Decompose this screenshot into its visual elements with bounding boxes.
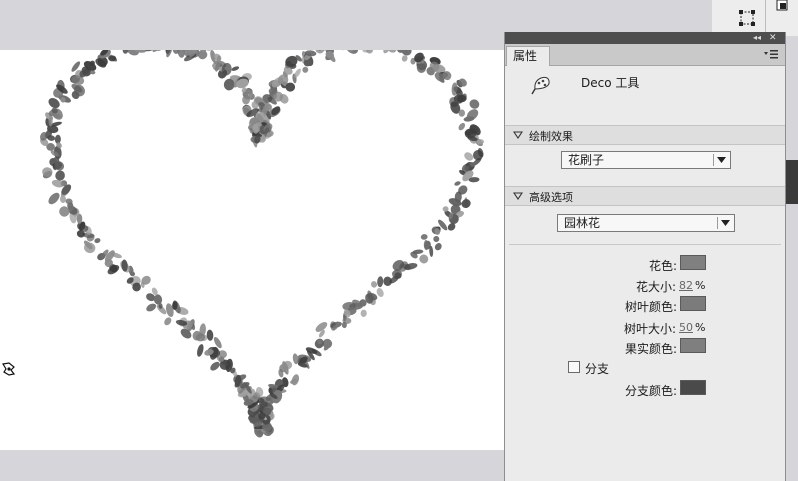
panel-title-bar[interactable]: ◂◂ ✕ — [505, 32, 785, 44]
close-icon[interactable]: ✕ — [769, 32, 779, 44]
stage-canvas[interactable] — [0, 50, 504, 450]
flower-cluster — [40, 50, 485, 438]
brush-type-select[interactable]: 花刷子 — [561, 151, 731, 169]
branch-color-label: 分支颜色: — [624, 384, 677, 398]
flower-size-value[interactable]: 82 — [679, 279, 693, 292]
dropdown-separator — [717, 217, 718, 229]
garden-type-select[interactable]: 园林花 — [557, 214, 735, 232]
properties-panel: ◂◂ ✕ 属性 Deco 工具 绘制效果 花刷子 高级选项 园林花 花色: 花大… — [504, 32, 786, 481]
leaf-color-label: 树叶颜色: — [624, 300, 677, 314]
toolbar-divider — [765, 0, 766, 36]
section-advanced-options-label: 高级选项 — [529, 191, 573, 204]
fruit-color-label: 果实颜色: — [624, 342, 677, 356]
branch-label: 分支 — [585, 362, 610, 376]
chevron-down-icon — [717, 157, 726, 163]
deco-brush-icon — [531, 76, 550, 95]
collapse-icon[interactable]: ◂◂ — [753, 32, 763, 44]
section-drawing-effect-label: 绘制效果 — [529, 130, 573, 143]
section-drawing-effect[interactable]: 绘制效果 — [505, 125, 785, 145]
tab-properties[interactable]: 属性 — [506, 46, 550, 66]
dropdown-separator — [713, 154, 714, 166]
leaf-color-swatch[interactable] — [680, 296, 706, 311]
tool-name: Deco 工具 — [581, 76, 640, 90]
leaf-size-value[interactable]: 50 — [679, 321, 693, 334]
panel-menu-icon[interactable] — [763, 48, 779, 60]
free-transform-icon[interactable] — [737, 8, 757, 28]
branch-checkbox[interactable] — [568, 361, 580, 373]
tab-properties-label: 属性 — [513, 49, 538, 63]
brush-type-value: 花刷子 — [568, 153, 605, 167]
toolbar-corner-icon[interactable] — [775, 0, 798, 18]
heart-flower-pattern — [40, 50, 485, 438]
leaf-size-label: 树叶大小: — [623, 322, 676, 336]
flower-color-swatch[interactable] — [680, 255, 706, 270]
expand-triangle-icon[interactable] — [513, 131, 523, 139]
right-edge-strip — [786, 160, 798, 204]
leaf-size-unit: % — [695, 321, 706, 334]
panel-tab-bar: 属性 — [505, 44, 785, 66]
section-advanced-options[interactable]: 高级选项 — [505, 186, 785, 206]
branch-color-swatch[interactable] — [680, 380, 706, 395]
garden-type-value: 园林花 — [564, 216, 601, 230]
fruit-color-swatch[interactable] — [680, 338, 706, 353]
flower-size-label: 花大小: — [635, 280, 676, 294]
deco-cursor-icon — [2, 362, 16, 376]
section-divider — [509, 244, 781, 245]
expand-triangle-icon[interactable] — [513, 192, 523, 200]
flower-color-label: 花色: — [648, 259, 677, 273]
chevron-down-icon — [721, 220, 730, 226]
flower-size-unit: % — [695, 279, 706, 292]
